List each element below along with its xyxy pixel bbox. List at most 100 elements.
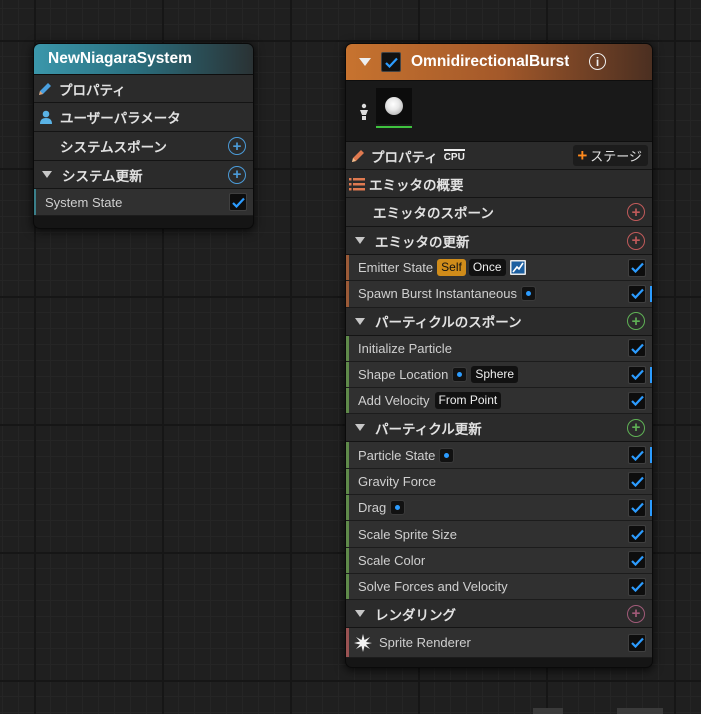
system-properties-row[interactable]: プロパティ	[34, 75, 253, 103]
collapse-triangle-icon[interactable]	[355, 424, 365, 432]
emitter-properties-row[interactable]: プロパティ CPU + ステージ	[346, 142, 652, 170]
collapse-triangle-icon[interactable]	[355, 610, 365, 618]
selection-indicator	[650, 500, 652, 517]
module-enabled-checkbox[interactable]	[628, 391, 646, 410]
checkmark-icon	[630, 529, 644, 540]
module-enabled-checkbox[interactable]	[628, 339, 646, 358]
emitter-node[interactable]: OmnidirectionalBurst i プロパティ CPU + ステージ …	[345, 43, 653, 668]
module-label: Drag	[358, 500, 387, 516]
module-system-state[interactable]: System State	[34, 189, 253, 216]
add-stage-button[interactable]: + ステージ	[573, 145, 648, 166]
module-label: Initialize Particle	[358, 340, 452, 356]
module-drag[interactable]: Drag	[346, 495, 652, 522]
velocity-mode-tag: From Point	[434, 392, 502, 410]
checkmark-icon	[630, 450, 644, 461]
system-node[interactable]: NewNiagaraSystem プロパティ ユーザーパラメータ システムスポー…	[33, 43, 254, 229]
collapse-triangle-icon[interactable]	[42, 171, 52, 178]
add-emitter-update-module-button[interactable]: +	[627, 231, 645, 250]
checkmark-icon	[630, 262, 644, 274]
pencil-icon	[39, 82, 51, 95]
module-enabled-checkbox[interactable]	[628, 446, 646, 465]
add-system-update-module-button[interactable]: +	[228, 165, 246, 184]
module-enabled-checkbox[interactable]	[628, 284, 646, 303]
module-add-velocity[interactable]: Add Velocity From Point	[346, 388, 652, 415]
parameter-dot-icon[interactable]	[521, 286, 536, 302]
emitter-summary-label: エミッタの概要	[369, 177, 464, 193]
module-particle-state[interactable]: Particle State	[346, 442, 652, 469]
module-initialize-particle[interactable]: Initialize Particle	[346, 335, 652, 362]
shape-tag: Sphere	[471, 366, 519, 384]
particle-sphere-icon	[385, 97, 403, 115]
selection-indicator	[650, 366, 652, 383]
emitter-spawn-label: エミッタのスポーン	[373, 206, 494, 221]
selection-indicator	[650, 447, 652, 464]
user-icon	[40, 110, 52, 124]
emitter-update-row[interactable]: エミッタの更新 +	[346, 227, 652, 255]
particle-update-row[interactable]: パーティクル更新 +	[346, 414, 652, 443]
system-node-header[interactable]: NewNiagaraSystem	[34, 44, 253, 75]
parameter-dot-icon[interactable]	[390, 500, 406, 516]
module-shape-location[interactable]: Shape Location Sphere	[346, 361, 652, 389]
particle-spawn-label: パーティクルのスポーン	[375, 315, 522, 331]
system-spawn-row[interactable]: システムスポーン +	[34, 132, 253, 161]
emitter-thumbnail[interactable]	[376, 88, 412, 128]
module-enabled-checkbox[interactable]	[628, 498, 646, 517]
emitter-summary-row[interactable]: エミッタの概要	[346, 170, 652, 198]
checkmark-icon	[630, 638, 644, 649]
loop-behavior-tag: Once	[468, 259, 506, 277]
checkmark-icon	[630, 502, 644, 514]
emitter-enabled-checkbox[interactable]	[381, 52, 401, 72]
module-label: Scale Color	[358, 552, 426, 568]
list-icon	[349, 177, 365, 190]
checkmark-icon	[630, 289, 644, 300]
module-enabled-checkbox[interactable]	[628, 525, 646, 544]
module-enabled-checkbox[interactable]	[628, 365, 646, 384]
module-gravity-force[interactable]: Gravity Force	[346, 468, 652, 496]
chart-icon[interactable]	[509, 260, 526, 276]
emitter-thumbnail-area	[346, 81, 652, 142]
info-icon[interactable]: i	[589, 53, 606, 70]
checkmark-icon	[384, 57, 398, 68]
add-particle-update-module-button[interactable]: +	[627, 418, 645, 437]
module-scale-color[interactable]: Scale Color	[346, 547, 652, 574]
add-emitter-spawn-module-button[interactable]: +	[627, 203, 645, 221]
collapse-node-triangle-icon[interactable]	[359, 58, 371, 66]
module-label: Solve Forces and Velocity	[358, 579, 508, 595]
module-enabled-checkbox[interactable]	[628, 577, 646, 596]
checkmark-icon	[630, 476, 644, 487]
background-node-fragment	[533, 708, 563, 714]
module-enabled-checkbox[interactable]	[628, 633, 646, 652]
system-update-row[interactable]: システム更新 +	[34, 161, 253, 189]
emitter-mode-icon[interactable]	[357, 103, 371, 121]
parameter-dot-icon[interactable]	[452, 367, 468, 383]
module-enabled-checkbox[interactable]	[229, 193, 247, 211]
module-label: Emitter State	[358, 260, 434, 276]
module-enabled-checkbox[interactable]	[628, 258, 646, 277]
module-spawn-burst-instantaneous[interactable]: Spawn Burst Instantaneous	[346, 281, 652, 308]
system-properties-label: プロパティ	[59, 82, 126, 98]
sprite-burst-icon	[354, 633, 372, 652]
render-row[interactable]: レンダリング +	[346, 600, 652, 629]
module-enabled-checkbox[interactable]	[628, 472, 646, 491]
module-sprite-renderer[interactable]: Sprite Renderer	[346, 628, 652, 659]
execution-scope-tag: Self	[437, 259, 466, 277]
particle-spawn-row[interactable]: パーティクルのスポーン +	[346, 307, 652, 336]
parameter-dot-icon[interactable]	[439, 447, 455, 463]
add-renderer-button[interactable]: +	[627, 604, 645, 623]
checkmark-icon	[630, 369, 644, 381]
emitter-spawn-row[interactable]: エミッタのスポーン +	[346, 198, 652, 227]
module-enabled-checkbox[interactable]	[628, 551, 646, 570]
add-system-spawn-module-button[interactable]: +	[228, 137, 246, 155]
user-parameters-row[interactable]: ユーザーパラメータ	[34, 103, 253, 132]
collapse-triangle-icon[interactable]	[355, 237, 365, 244]
collapse-triangle-icon[interactable]	[355, 317, 365, 325]
module-label: System State	[45, 194, 123, 210]
emitter-node-header[interactable]: OmnidirectionalBurst i	[346, 44, 652, 81]
module-label: Scale Sprite Size	[358, 526, 457, 542]
module-emitter-state[interactable]: Emitter State Self Once	[346, 255, 652, 282]
add-particle-spawn-module-button[interactable]: +	[627, 312, 645, 331]
add-stage-label: ステージ	[590, 149, 642, 164]
checkmark-icon	[630, 343, 644, 354]
module-scale-sprite-size[interactable]: Scale Sprite Size	[346, 521, 652, 548]
module-solve-forces-and-velocity[interactable]: Solve Forces and Velocity	[346, 573, 652, 601]
